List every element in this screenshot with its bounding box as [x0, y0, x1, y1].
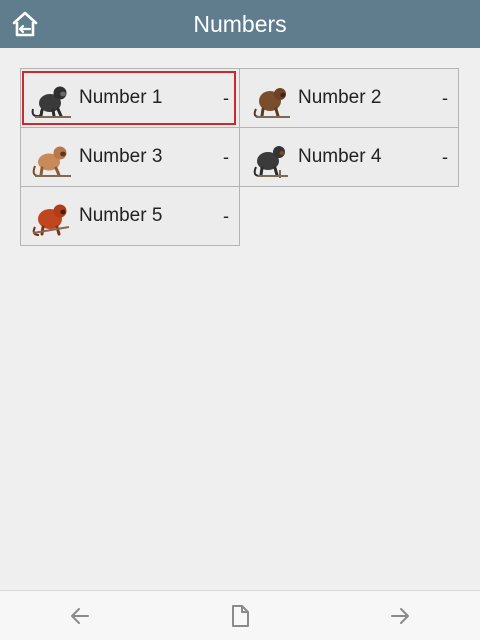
black-monkey-icon	[31, 86, 71, 118]
item-value: -	[223, 206, 229, 226]
dark-monkey-icon	[253, 146, 288, 178]
back-button[interactable]	[67, 603, 93, 629]
bottom-nav	[0, 590, 480, 640]
forward-button[interactable]	[387, 603, 413, 629]
item-label: Number 5	[79, 205, 163, 226]
page-title: Numbers	[193, 11, 287, 37]
page-button[interactable]	[227, 603, 253, 629]
item-label: Number 3	[79, 146, 163, 167]
light-brown-monkey-icon	[32, 146, 71, 177]
number-item-4[interactable]: Number 4 -	[239, 127, 459, 187]
item-label: Number 2	[298, 87, 382, 108]
number-item-3[interactable]: Number 3 -	[20, 127, 240, 187]
document-icon	[232, 605, 249, 627]
arrow-right-icon	[391, 608, 409, 624]
item-value: -	[442, 147, 448, 167]
red-monkey-icon	[32, 204, 70, 236]
arrow-left-icon	[71, 608, 89, 624]
app-header: Numbers	[0, 0, 480, 48]
item-label: Number 4	[298, 146, 382, 167]
number-item-2[interactable]: Number 2 -	[239, 68, 459, 128]
number-item-1[interactable]: Number 1 -	[20, 68, 240, 128]
item-value: -	[442, 88, 448, 108]
item-value: -	[223, 147, 229, 167]
item-label: Number 1	[79, 87, 163, 108]
number-item-5[interactable]: Number 5 -	[20, 186, 240, 246]
item-value: -	[223, 88, 229, 108]
brown-monkey-icon	[253, 88, 290, 118]
